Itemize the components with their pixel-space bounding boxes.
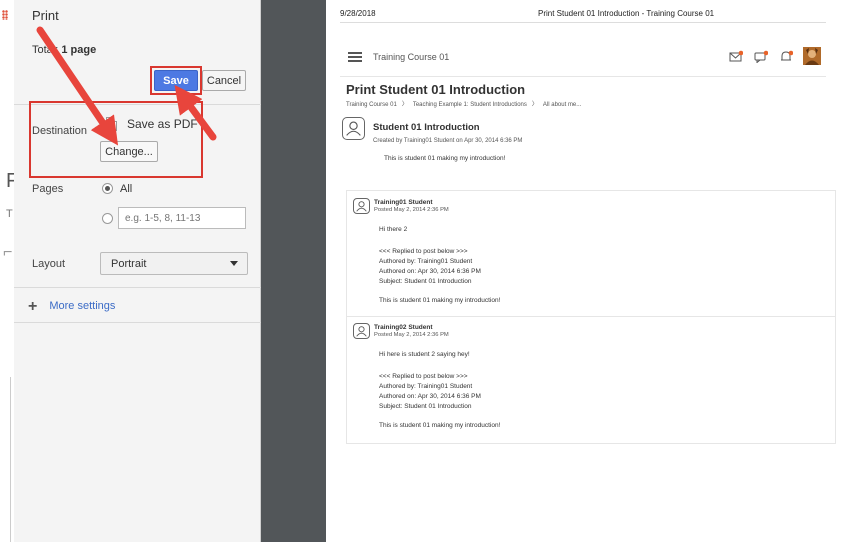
reply-text: Hi there 2 [379,226,408,233]
reply-text: Hi here is student 2 saying hey! [379,351,470,358]
post-meta: Created by Training01 Student on Apr 30,… [373,138,523,144]
reply-subject: Subject: Student 01 Introduction [379,403,472,410]
course-name: Training Course 01 [373,52,450,62]
reply-meta: Posted May 2, 2014 2:36 PM [374,332,449,338]
bell-icon [781,50,793,61]
layout-select-value: Portrait [111,258,147,270]
pages-all-radio[interactable] [102,183,113,194]
reply-authored-by: Authored by: Training01 Student [379,383,473,390]
reply-quote-header: <<< Replied to post below >>> [379,248,468,255]
breadcrumb-item: Training Course 01 [346,102,397,108]
pages-custom-radio[interactable] [102,213,113,224]
reply-meta: Posted May 2, 2014 2:36 PM [374,207,449,213]
print-dialog-title: Print [32,8,59,23]
person-icon [353,198,370,214]
breadcrumb-separator-icon: 〉 [528,102,542,108]
print-date: 9/28/2018 [340,9,376,18]
person-icon [342,117,365,140]
plus-icon: + [28,297,38,315]
background-text-fragment: T [6,208,13,220]
preview-page: 9/28/2018 Print Student 01 Introduction … [326,0,856,542]
breadcrumb: Training Course 01 〉 Teaching Example 1:… [346,99,581,108]
reply-author: Training02 Student [374,324,433,331]
navbar-divider [340,76,826,77]
user-avatar [803,47,821,65]
background-page [0,0,14,542]
reply-authored-on: Authored on: Apr 30, 2014 6:36 PM [379,393,481,400]
reply-authored-on: Authored on: Apr 30, 2014 6:36 PM [379,268,481,275]
reply-quoted-text: This is student 01 making my introductio… [379,297,501,304]
post-title: Student 01 Introduction [373,122,480,133]
more-settings-label: More settings [49,300,116,312]
page-total: Total: 1 page [32,44,96,56]
pages-range-input[interactable] [118,207,246,229]
background-icon-fragment: ⌐ [3,244,13,261]
apps-grid-icon [2,10,8,20]
reply-divider [346,316,836,317]
layout-select[interactable]: Portrait [100,252,248,275]
breadcrumb-item: All about me... [542,102,582,108]
post-body: This is student 01 making my introductio… [384,155,506,162]
reply-quoted-text: This is student 01 making my introductio… [379,422,501,429]
more-settings-link[interactable]: + More settings [28,297,116,315]
page-total-count: 1 page [61,44,97,56]
preview-background [261,0,326,542]
section-divider [14,322,261,323]
dropdown-caret-icon [230,261,238,266]
chat-icon [754,50,768,63]
save-highlight-box [150,66,202,95]
menu-icon [348,52,362,62]
section-divider [14,287,261,288]
reply-quote-header: <<< Replied to post below >>> [379,373,468,380]
pages-label: Pages [32,183,64,195]
print-header-title: Print Student 01 Introduction - Training… [538,9,715,18]
cancel-button[interactable]: Cancel [202,70,246,91]
destination-highlight-box [29,101,203,178]
reply-author: Training01 Student [374,199,433,206]
background-divider-vertical [10,377,11,542]
reply-subject: Subject: Student 01 Introduction [379,278,472,285]
breadcrumb-item: Teaching Example 1: Student Introduction… [412,102,527,108]
reply-authored-by: Authored by: Training01 Student [379,258,473,265]
preview-page-title: Print Student 01 Introduction [346,82,526,97]
breadcrumb-separator-icon: 〉 [398,102,412,108]
layout-label: Layout [32,258,66,270]
page-total-prefix: Total: [32,44,62,56]
pages-all-label: All [120,183,133,195]
header-divider [340,22,826,23]
mail-icon [729,50,743,62]
print-settings-panel: Print Total: 1 page Save Cancel Destinat… [14,0,261,542]
person-icon [353,323,370,339]
